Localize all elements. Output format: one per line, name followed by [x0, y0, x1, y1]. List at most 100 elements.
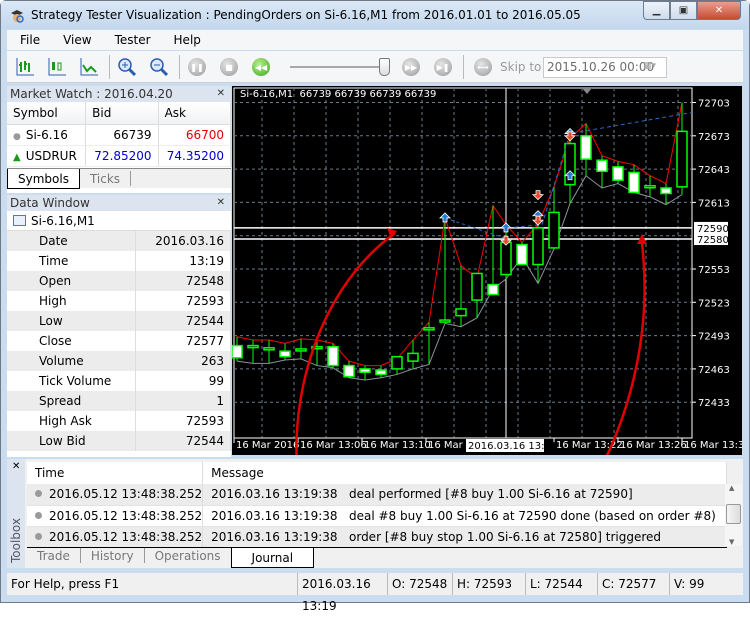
speed-slider-thumb[interactable] [379, 58, 390, 76]
slow-down-button[interactable]: ◀◀ [251, 57, 271, 77]
menu-view[interactable]: View [50, 33, 101, 47]
data-row: Low 72544 [7, 311, 231, 331]
tab-operations[interactable]: Operations [145, 548, 231, 563]
info-dot-icon [35, 532, 42, 540]
field-value: 99 [135, 371, 231, 391]
field-value: 72544 [135, 311, 231, 331]
data-window-title: Data Window [10, 196, 90, 210]
skip-date-value: 2015.10.26 00:00 [547, 60, 655, 74]
skip-to-date-field[interactable]: 2015.10.26 00:00 ▦▾ [543, 57, 667, 78]
step-button[interactable]: ▶❚ [433, 57, 453, 77]
scroll-thumb[interactable] [726, 504, 741, 524]
close-toolbox-icon[interactable]: ✕ [12, 461, 20, 472]
candle-body [279, 350, 291, 358]
zoom-in-icon [118, 58, 137, 77]
symbol-row[interactable]: ● Si-6.16 66739 66700 [7, 124, 232, 146]
candlestick-icon [48, 58, 66, 76]
candle-body [676, 130, 688, 188]
bid-value: 72.85200 [85, 145, 159, 167]
tab-history[interactable]: History [81, 548, 145, 563]
speed-slider-track[interactable] [290, 66, 386, 68]
close-icon: ✕ [714, 5, 724, 16]
zoom-out-button[interactable] [149, 57, 169, 77]
candle-body [487, 283, 499, 296]
close-market-watch-icon[interactable]: ✕ [217, 86, 225, 102]
candle-body [343, 364, 355, 378]
col-message[interactable]: Message [202, 462, 727, 484]
data-row: Open 72548 [7, 271, 231, 291]
field-label: Volume [7, 351, 137, 371]
field-value: 2016.03.16 [135, 231, 231, 251]
candle-body [263, 347, 275, 351]
market-watch-title: Market Watch : 2016.04.20 [10, 87, 173, 101]
field-value: 72593 [135, 411, 231, 431]
line-chart-button[interactable] [79, 57, 99, 77]
chart-symbol-label: Si-6.16,M1 66739 66739 66739 66739 [240, 89, 437, 100]
tab-ticks[interactable]: Ticks [80, 170, 132, 186]
maximize-button[interactable]: ▣ [670, 1, 697, 20]
price-tick-label: 72553 [698, 265, 730, 276]
sell-arrow-icon [532, 190, 544, 201]
col-bid[interactable]: Bid [85, 102, 159, 125]
buy-arrow-icon [500, 222, 512, 233]
info-dot-icon [35, 490, 42, 498]
close-data-window-icon[interactable]: ✕ [217, 195, 225, 211]
status-high: H: 72593 [452, 573, 525, 595]
zoom-out-icon [150, 58, 169, 77]
speed-up-button[interactable]: ▶▶ [401, 57, 421, 77]
pause-button[interactable]: ❚❚ [187, 57, 207, 77]
bid-value: 66739 [85, 124, 159, 146]
minimize-button[interactable]: ▁ [643, 1, 670, 20]
bar-chart-button[interactable] [15, 57, 35, 77]
skip-icon: ⟷ [474, 58, 492, 76]
close-button[interactable]: ✕ [697, 1, 741, 20]
col-time[interactable]: Time [27, 462, 204, 484]
price-tick-label: 72463 [698, 365, 730, 376]
symbol-label: Si-6.16,M1 [31, 214, 95, 228]
candle-body [247, 344, 259, 349]
tab-trade[interactable]: Trade [27, 548, 81, 563]
calendar-dropdown-icon[interactable]: ▦▾ [643, 61, 663, 74]
field-label: High Ask [7, 411, 137, 431]
col-ask[interactable]: Ask [158, 102, 232, 125]
row-time: 2016.05.12 13:48:38.252 [49, 529, 203, 544]
stop-button[interactable]: ■ [219, 57, 239, 77]
status-open: O: 72548 [387, 573, 452, 595]
journal-row[interactable]: 2016.05.12 13:48:38.252 2016.03.16 13:19:… [27, 505, 727, 527]
col-symbol[interactable]: Symbol [7, 102, 87, 125]
symbol-row[interactable]: ▲ USDRUR 72.85200 74.35200 [7, 145, 232, 167]
stop-icon: ■ [220, 58, 238, 76]
tab-symbols[interactable]: Symbols [7, 168, 80, 189]
title-bar: Strategy Tester Visualization : PendingO… [1, 1, 749, 29]
journal-row[interactable]: 2016.05.12 13:48:38.252 2016.03.16 13:19:… [27, 526, 727, 548]
tab-journal[interactable]: Journal [230, 548, 315, 568]
menu-file[interactable]: File [7, 33, 50, 47]
skip-to-button[interactable]: ⟷ [473, 57, 493, 77]
price-tick-label: 72643 [698, 165, 730, 176]
menu-tester[interactable]: Tester [102, 33, 161, 47]
journal-scrollbar[interactable]: ▲ ▼ [725, 484, 742, 546]
status-low: L: 72544 [525, 573, 597, 595]
market-watch-table: Symbol Bid Ask ● Si-6.16 66739 66700 ▲ USDRUR 7… [7, 102, 232, 167]
journal-table: Time Message 2016.05.12 13:48:38.252 2016.… [27, 462, 727, 548]
zoom-in-button[interactable] [117, 57, 137, 77]
field-label: Close [7, 331, 137, 351]
field-label: Time [7, 251, 137, 271]
candle-body [580, 135, 592, 160]
candle-chart-button[interactable] [47, 57, 67, 77]
scroll-up-icon[interactable]: ▲ [729, 484, 734, 492]
journal-row[interactable]: 2016.05.12 13:48:38.252 2016.03.16 13:19:… [27, 484, 727, 506]
price-chart[interactable]: 72703 72673 72643 72613 72553 72523 72493 72463… [232, 86, 742, 455]
info-dot-icon [35, 511, 42, 519]
menu-help[interactable]: Help [161, 33, 211, 47]
chart-canvas[interactable]: 72703 72673 72643 72613 72553 72523 72493 72463… [232, 86, 742, 455]
price-tick-label: 72613 [698, 198, 730, 209]
status-close: C: 72577 [597, 573, 669, 595]
scroll-down-icon[interactable]: ▼ [729, 538, 734, 546]
toolbox-panel: ✕ Toolbox Time Message 2016.05.12 13:48:38… [7, 459, 743, 568]
row-message: 2016.03.16 13:19:38 deal performed [#8 b… [202, 484, 727, 506]
field-label: Tick Volume [7, 371, 137, 391]
annotation-arrow-right [605, 243, 646, 455]
status-time: 2016.03.16 13:19 [297, 573, 387, 613]
symbol-name: USDRUR [25, 148, 77, 163]
